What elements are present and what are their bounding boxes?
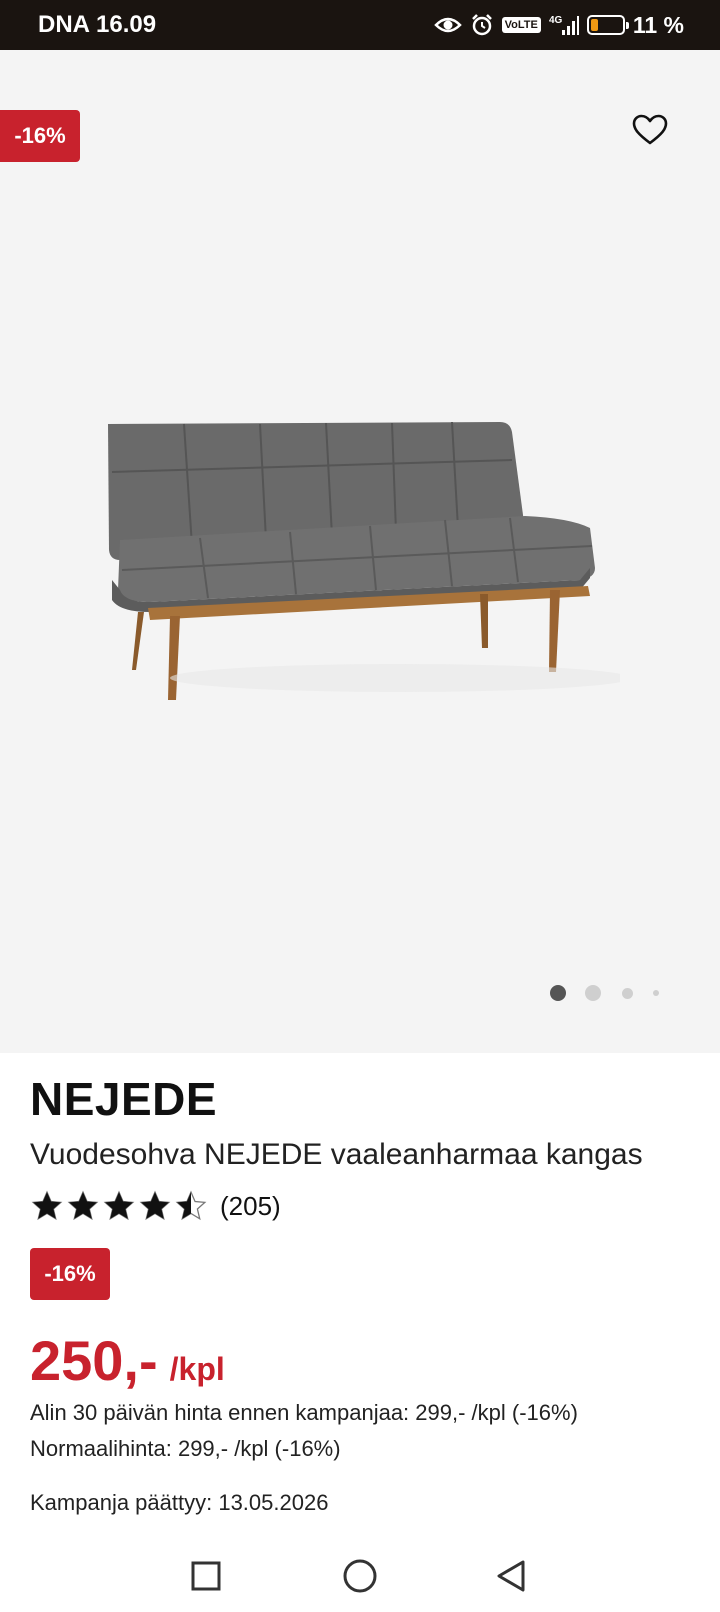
star-icon <box>175 1190 207 1221</box>
status-left: DNA 16.09 <box>38 11 156 39</box>
status-bar: DNA 16.09 VoLTE 4G 11 % <box>0 0 720 50</box>
price-row: 250,- /kpl <box>30 1328 225 1393</box>
back-triangle-icon <box>497 1560 525 1592</box>
star-icon <box>139 1190 171 1221</box>
price-unit: /kpl <box>169 1351 225 1387</box>
pagination-dot[interactable] <box>653 990 659 996</box>
favorite-button[interactable] <box>626 106 674 154</box>
pagination-dot[interactable] <box>585 985 601 1001</box>
pagination-dot[interactable] <box>622 988 633 999</box>
battery-percentage: 11 % <box>632 11 684 38</box>
recents-button[interactable] <box>180 1550 232 1602</box>
eye-icon <box>433 15 462 35</box>
back-button[interactable] <box>486 1550 538 1602</box>
status-right: VoLTE 4G 11 % <box>433 11 684 39</box>
clock: 16.09 <box>96 11 157 38</box>
price: 250,- <box>30 1329 158 1392</box>
normal-price: Normaalihinta: 299,- /kpl (-16%) <box>30 1436 341 1461</box>
review-count[interactable]: (205) <box>220 1191 281 1222</box>
gallery-discount-badge: -16% <box>0 110 80 162</box>
product-brand-title: NEJEDE <box>30 1073 218 1125</box>
product-rating[interactable]: (205) <box>30 1190 281 1222</box>
alarm-clock-icon <box>470 13 494 37</box>
recents-square-icon <box>191 1561 221 1591</box>
rating-stars <box>30 1190 208 1222</box>
discount-badge: -16% <box>30 1248 110 1300</box>
heart-icon <box>632 114 668 145</box>
lowest-30-day-price: Alin 30 päivän hinta ennen kampanjaa: 29… <box>30 1400 578 1425</box>
home-button[interactable] <box>334 1550 386 1602</box>
signal-icon: 4G <box>549 13 579 37</box>
star-icon <box>31 1190 63 1221</box>
star-icon <box>103 1190 135 1221</box>
carrier-name: DNA <box>38 11 90 38</box>
product-image-gallery[interactable]: -16% <box>0 50 720 1053</box>
campaign-end-date: Kampanja päättyy: 13.05.2026 <box>30 1490 329 1515</box>
network-type-label: 4G <box>549 15 563 26</box>
pagination-dot-active[interactable] <box>550 985 566 1001</box>
volte-icon: VoLTE <box>501 17 541 33</box>
product-name: Vuodesohva NEJEDE vaaleanharmaa kangas <box>30 1138 643 1171</box>
battery-icon <box>586 15 629 35</box>
star-icon <box>67 1190 99 1221</box>
image-pagination-dots <box>0 985 720 1005</box>
home-circle-icon <box>343 1559 377 1593</box>
sofa-product-image <box>108 421 620 700</box>
system-navigation-bar <box>0 1540 720 1612</box>
